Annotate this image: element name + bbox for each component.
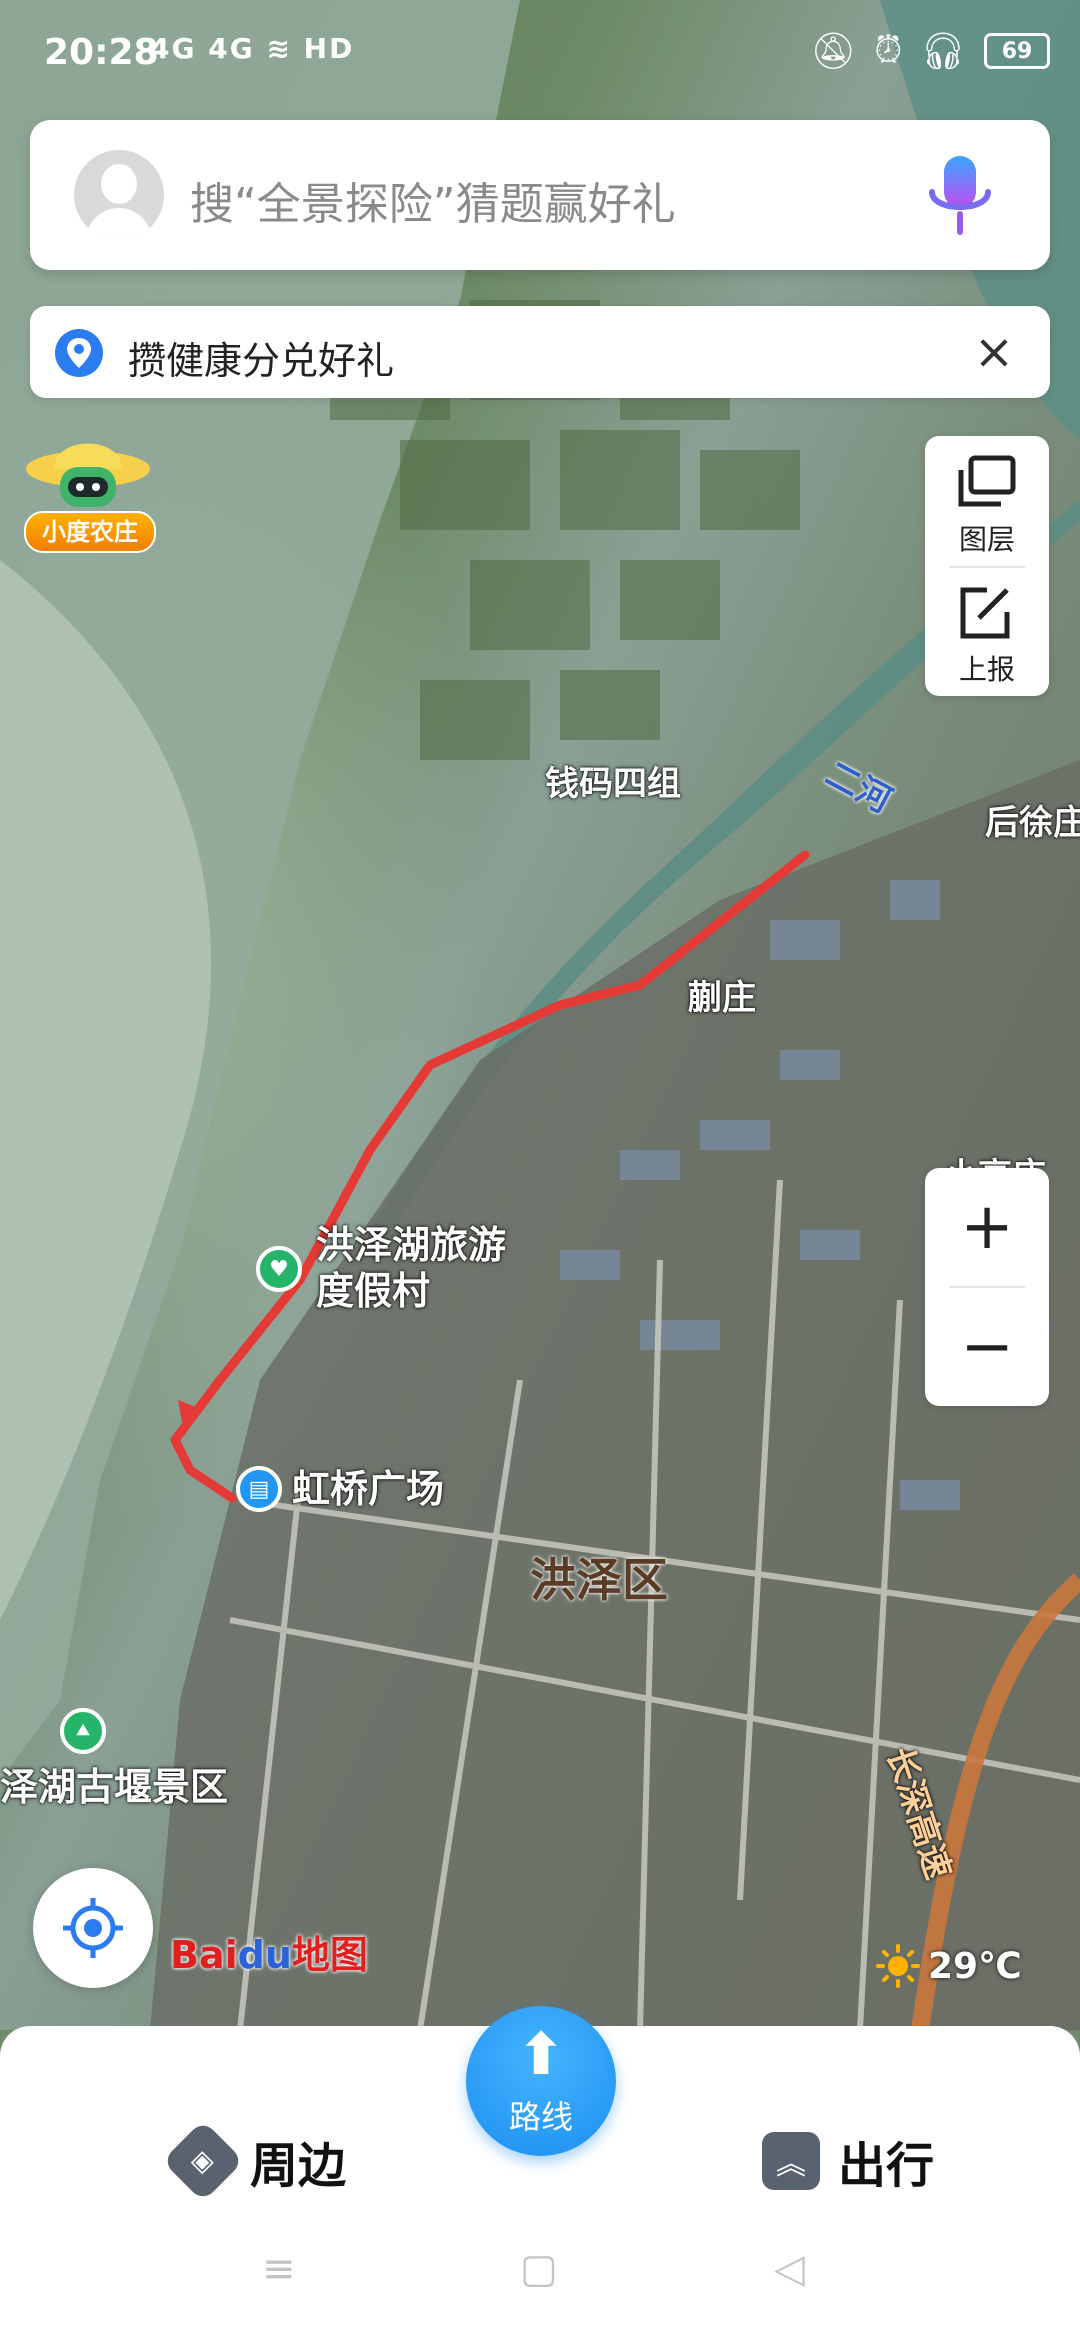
edit-icon (960, 587, 1010, 639)
map-tools-panel: 图层 上报 (925, 436, 1049, 696)
resort-pin-icon[interactable]: ♥ (256, 1246, 302, 1292)
signal-icons: 4G 4G ≋ HD (150, 32, 354, 65)
report-label: 上报 (958, 653, 1015, 686)
bottom-nav: ◈ 周边 ⬆︎ 路线 ︽ 出行 (0, 2006, 1080, 2340)
poi-label-hongqiao[interactable]: 虹桥广场 (292, 1466, 444, 1512)
layers-label: 图层 (958, 523, 1015, 556)
nav-nearby[interactable]: ◈ 周边 (161, 2119, 347, 2203)
poi-label-resort[interactable]: 洪泽湖旅游 度假村 (316, 1222, 506, 1314)
poi-label-guyan[interactable]: 泽湖古堰景区 (0, 1764, 228, 1810)
zoom-out-button[interactable]: − (925, 1288, 1049, 1406)
search-input[interactable]: 搜“全景探险”猜题赢好礼 (190, 168, 676, 232)
avatar[interactable] (74, 150, 164, 240)
network-label: 4G 4G (150, 32, 255, 65)
place-label-kuaizhuang[interactable]: 蒯庄 (688, 970, 756, 1019)
plaza-pin-icon[interactable]: ▤ (236, 1466, 282, 1512)
wifi-icon: ≋ (266, 32, 292, 65)
baidu-map-logo: Baidu地图 (170, 1924, 368, 1979)
poi-label-resort-line1: 洪泽湖旅游 (316, 1223, 507, 1267)
close-icon[interactable]: × (966, 324, 1022, 380)
menu-icon[interactable]: ≡ (262, 2246, 296, 2292)
map-satellite-layer (0, 0, 1080, 2030)
nav-travel-label: 出行 (838, 2138, 935, 2194)
microphone-icon[interactable] (920, 152, 1000, 242)
mute-icon: 🔕︎ (810, 31, 857, 72)
hd-label: HD (303, 32, 355, 65)
status-time: 20:28 (44, 32, 159, 73)
place-label-houxu[interactable]: 后徐庄 (985, 795, 1080, 844)
travel-icon: ︽ (762, 2132, 820, 2190)
back-icon[interactable]: ◁ (774, 2246, 805, 2292)
home-icon[interactable]: ▢ (520, 2246, 558, 2292)
battery-icon: 69 (984, 33, 1050, 69)
logo-bai: Bai (170, 1933, 238, 1977)
weather-widget[interactable]: 29℃ (876, 1944, 1022, 1988)
layers-button[interactable]: 图层 (925, 436, 1049, 566)
logo-du: du (237, 1933, 292, 1977)
map-view[interactable]: 钱码四组 二河 后徐庄 蒯庄 小高庄 ♥ 洪泽湖旅游 度假村 ▤ 虹桥广场 洪泽… (0, 0, 1080, 2030)
route-arrow-icon: ⬆︎ (516, 2020, 566, 2088)
zoom-control: + − (925, 1168, 1049, 1406)
promo-banner[interactable]: 攒健康分兑好礼 × (30, 306, 1050, 398)
layers-icon (958, 455, 1016, 507)
location-pin-icon (55, 329, 103, 377)
scenic-pin-icon[interactable]: ⯅ (60, 1708, 106, 1754)
weather-temp: 29℃ (928, 1945, 1022, 1987)
nav-nearby-label: 周边 (250, 2138, 347, 2194)
poi-label-resort-line2: 度假村 (316, 1269, 431, 1313)
banner-text[interactable]: 攒健康分兑好礼 (128, 330, 394, 385)
place-label-qianma[interactable]: 钱码四组 (545, 756, 681, 805)
status-bar: 20:28 4G 4G ≋ HD 🔕︎ ⏰︎ 🎧︎ 69 (0, 0, 1080, 100)
sun-icon (876, 1944, 920, 1988)
nav-travel[interactable]: ︽ 出行 (762, 2126, 934, 2196)
farm-badge[interactable]: 小度农庄 (20, 425, 156, 561)
compass-icon: ◈ (161, 2119, 245, 2203)
search-bar[interactable]: 搜“全景探险”猜题赢好礼 (30, 120, 1050, 270)
logo-ditu: 地图 (291, 1933, 368, 1977)
status-right-icons: 🔕︎ ⏰︎ 🎧︎ 69 (810, 30, 1050, 72)
route-button[interactable]: ⬆︎ 路线 (466, 2006, 616, 2156)
route-label: 路线 (508, 2098, 573, 2136)
locate-icon (63, 1898, 123, 1958)
farm-label: 小度农庄 (24, 511, 156, 553)
zoom-in-button[interactable]: + (925, 1168, 1049, 1286)
headphone-icon: 🎧︎ (920, 31, 966, 72)
locate-button[interactable] (33, 1868, 153, 1988)
alarm-icon: ⏰︎ (874, 30, 903, 71)
district-label-hongze[interactable]: 洪泽区 (530, 1544, 668, 1610)
report-button[interactable]: 上报 (925, 566, 1049, 696)
